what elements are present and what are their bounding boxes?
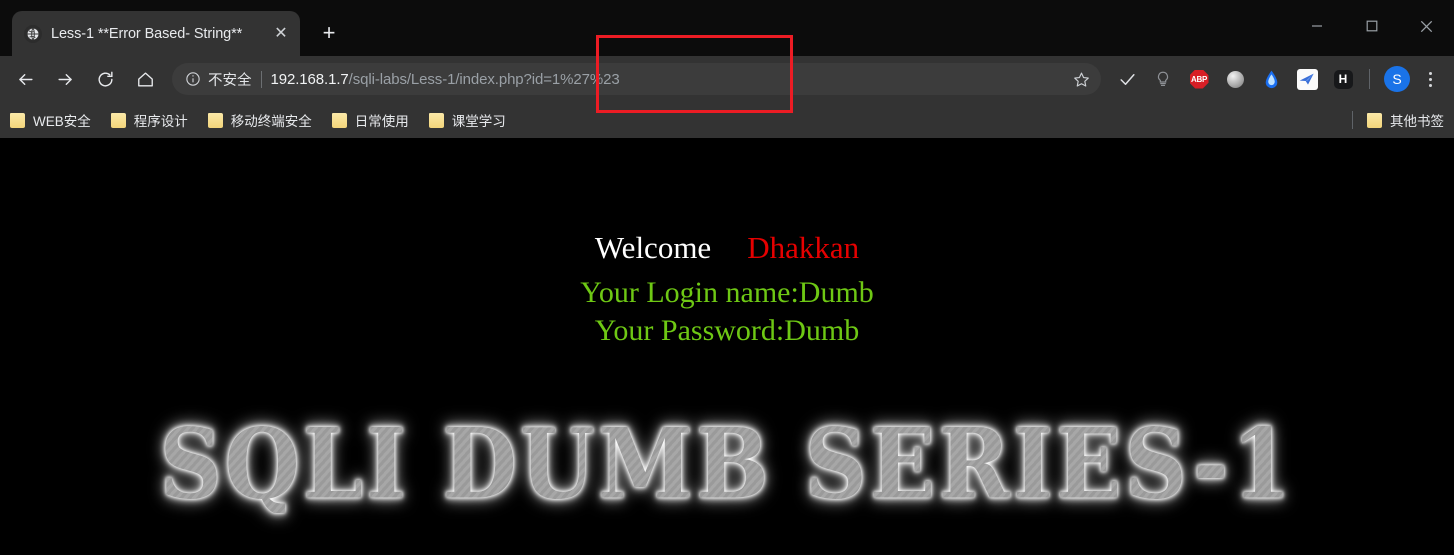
adblock-plus-label: ABP [1189, 69, 1209, 89]
folder-icon [10, 112, 25, 128]
bookmark-label: 课堂学习 [451, 114, 506, 129]
blue-bird-badge [1296, 68, 1318, 90]
url-host: 192.168.1.7 [270, 70, 349, 88]
banner-wrapper: SQLI DUMB SERIES-1 [0, 417, 1454, 513]
new-tab-button[interactable]: + [314, 18, 344, 48]
folder-icon [1367, 112, 1382, 128]
kebab-dot [1428, 71, 1432, 75]
h-badge-label: H [1333, 69, 1353, 89]
sqli-dumb-series-banner: SQLI DUMB SERIES-1 [159, 408, 1295, 522]
h-badge-icon[interactable]: H [1328, 64, 1358, 94]
bookmark-label: WEB安全 [33, 114, 91, 129]
bookmark-item-mobile-security[interactable]: 移动终端安全 [207, 110, 312, 130]
browser-toolbar: 不安全 192.168.1.7/sqli-labs/Less-1/index.p… [0, 56, 1454, 102]
close-button[interactable] [1399, 4, 1454, 48]
home-icon[interactable] [128, 62, 162, 96]
omnibox-divider [260, 70, 262, 88]
kebab-dot [1428, 77, 1432, 81]
address-bar[interactable]: 不安全 192.168.1.7/sqli-labs/Less-1/index.p… [172, 63, 1101, 95]
info-circle-icon[interactable] [184, 70, 202, 88]
window-controls [1289, 0, 1454, 52]
welcome-word: Welcome [594, 230, 712, 265]
adblock-plus-icon[interactable]: ABP [1184, 64, 1214, 94]
tab-strip: Less-1 **Error Based- String** ✕ + [0, 0, 1454, 56]
blue-bird-icon[interactable] [1292, 64, 1322, 94]
bookmarks-divider [1352, 111, 1353, 129]
login-name-line: Your Login name:Dumb [580, 275, 874, 309]
folder-icon [428, 112, 444, 128]
page-content: Welcome Dhakkan Your Login name:Dumb Your… [0, 138, 1454, 555]
welcome-name: Dhakkan [747, 230, 860, 265]
other-bookmarks-label: 其他书签 [1390, 114, 1444, 129]
security-status-label: 不安全 [208, 72, 252, 89]
forward-icon[interactable] [48, 62, 82, 96]
bookmark-item-web-security[interactable]: WEB安全 [10, 110, 91, 130]
bookmark-label: 移动终端安全 [230, 114, 312, 129]
lightbulb-icon[interactable] [1148, 64, 1178, 94]
reload-icon[interactable] [88, 62, 122, 96]
checkmark-icon[interactable] [1112, 64, 1142, 94]
folder-icon [207, 112, 223, 128]
maximize-button[interactable] [1344, 4, 1399, 48]
url-path: /sqli-labs/Less-1/index.php?id=1%27%23 [348, 70, 620, 88]
grey-globe-shape [1226, 70, 1244, 88]
browser-window: Less-1 **Error Based- String** ✕ + 不安全 1… [0, 0, 1454, 555]
chrome-menu-icon[interactable] [1416, 65, 1444, 93]
bookmark-item-programming[interactable]: 程序设计 [110, 110, 188, 130]
grey-globe-icon[interactable] [1220, 64, 1250, 94]
avatar-initial: S [1392, 71, 1402, 87]
bookmarks-bar: WEB安全 程序设计 移动终端安全 日常使用 课堂学习 其他书签 [0, 102, 1454, 138]
bookmark-label: 程序设计 [133, 114, 188, 129]
bookmark-star-icon[interactable] [1067, 65, 1095, 93]
toolbar-divider [1369, 69, 1370, 89]
folder-icon [331, 112, 347, 128]
water-drop-icon[interactable] [1256, 64, 1286, 94]
bookmark-label: 日常使用 [354, 114, 409, 129]
tab-title: Less-1 **Error Based- String** [51, 25, 243, 42]
folder-icon [110, 112, 126, 128]
bookmark-item-classroom-study[interactable]: 课堂学习 [428, 110, 506, 130]
password-line: Your Password:Dumb [594, 313, 860, 347]
avatar[interactable]: S [1384, 66, 1410, 92]
minimize-button[interactable] [1289, 4, 1344, 48]
kebab-dot [1428, 83, 1432, 87]
other-bookmarks[interactable]: 其他书签 [1352, 110, 1444, 130]
bookmark-item-daily-use[interactable]: 日常使用 [331, 110, 409, 130]
welcome-heading: Welcome Dhakkan [0, 230, 1454, 265]
back-icon[interactable] [8, 62, 42, 96]
browser-tab[interactable]: Less-1 **Error Based- String** ✕ [12, 11, 300, 56]
url-text[interactable]: 192.168.1.7/sqli-labs/Less-1/index.php?i… [271, 71, 1068, 88]
globe-icon [24, 24, 42, 43]
close-icon[interactable]: ✕ [270, 23, 292, 45]
